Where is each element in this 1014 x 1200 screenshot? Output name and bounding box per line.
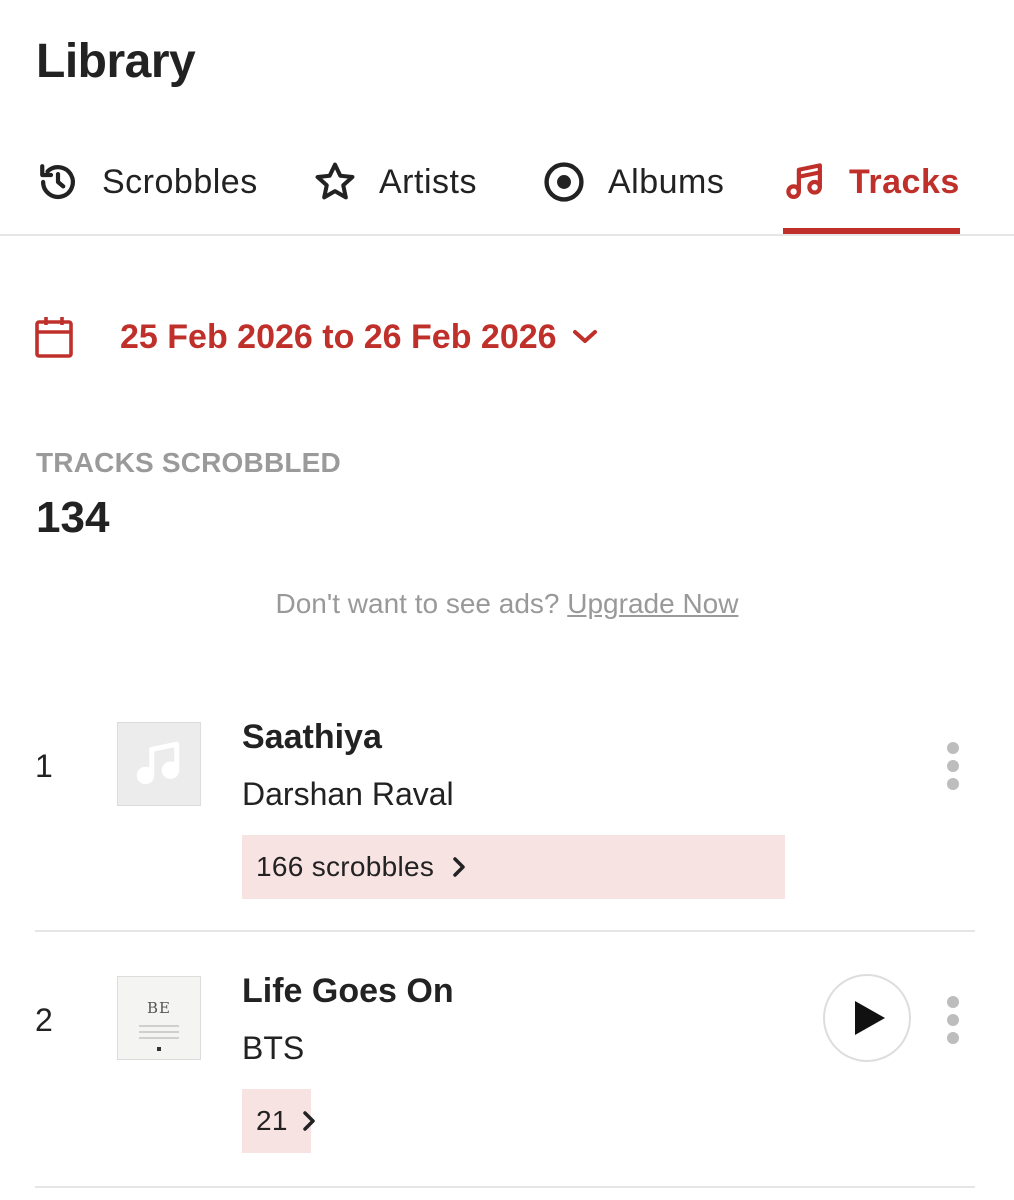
tab-artists[interactable]: Artists [313, 130, 477, 234]
track-row: 2 BE Life Goes On BTS 21 [35, 930, 975, 1188]
music-note-icon [783, 160, 827, 204]
track-rank: 1 [35, 748, 53, 784]
active-tab-indicator [783, 228, 960, 234]
scrobble-count-bar[interactable]: 166 scrobbles [242, 835, 785, 899]
more-options-button[interactable] [941, 996, 965, 1044]
date-range-selector[interactable]: 25 Feb 2026 to 26 Feb 2026 [34, 312, 599, 362]
upgrade-now-link[interactable]: Upgrade Now [567, 588, 738, 619]
ad-upgrade-note: Don't want to see ads? Upgrade Now [0, 588, 1014, 620]
album-art-lines [139, 1025, 179, 1043]
tab-scrobbles-label: Scrobbles [102, 162, 258, 201]
date-range-label: 25 Feb 2026 to 26 Feb 2026 [120, 317, 557, 356]
ad-note-text: Don't want to see ads? [275, 588, 560, 619]
album-art-dot [157, 1047, 161, 1051]
scrobble-count-bar[interactable]: 21 [242, 1089, 315, 1153]
scrobble-count: 166 scrobbles [256, 851, 435, 882]
album-art[interactable]: BE [117, 976, 201, 1060]
tab-albums-label: Albums [608, 162, 725, 201]
album-disc-icon [542, 160, 586, 204]
more-options-button[interactable] [941, 742, 965, 790]
library-tabs: Scrobbles Artists Albums Tracks [0, 130, 1014, 236]
more-dot [947, 1014, 959, 1026]
more-dot [947, 742, 959, 754]
play-button[interactable] [823, 974, 911, 1062]
tracks-scrobbled-label: TRACKS SCROBBLED [36, 447, 341, 478]
track-artist[interactable]: Darshan Raval [242, 776, 454, 813]
more-dot [947, 760, 959, 772]
tab-artists-label: Artists [379, 162, 477, 201]
chevron-right-icon [452, 856, 466, 878]
history-icon [36, 160, 80, 204]
track-artist[interactable]: BTS [242, 1030, 304, 1067]
more-dot [947, 778, 959, 790]
more-dot [947, 1032, 959, 1044]
tab-tracks-label: Tracks [849, 162, 960, 201]
album-art-text: BE [147, 999, 171, 1017]
calendar-icon [34, 315, 74, 359]
star-icon [313, 160, 357, 204]
tab-tracks[interactable]: Tracks [783, 130, 960, 234]
tab-scrobbles[interactable]: Scrobbles [36, 130, 258, 234]
chevron-down-icon [571, 327, 599, 347]
track-title[interactable]: Saathiya [242, 718, 382, 757]
track-row: 1 Saathiya Darshan Raval 166 scrobbles [35, 690, 975, 932]
track-rank: 2 [35, 1002, 53, 1038]
scrobble-count: 21 [256, 1105, 288, 1136]
album-art[interactable] [117, 722, 201, 806]
page-title: Library [36, 35, 196, 88]
tracks-scrobbled-count: 134 [36, 493, 110, 542]
more-dot [947, 996, 959, 1008]
track-title[interactable]: Life Goes On [242, 972, 454, 1011]
play-icon [853, 999, 887, 1037]
tab-albums[interactable]: Albums [542, 130, 724, 234]
music-note-placeholder-icon [134, 739, 184, 789]
chevron-right-icon [302, 1110, 316, 1132]
